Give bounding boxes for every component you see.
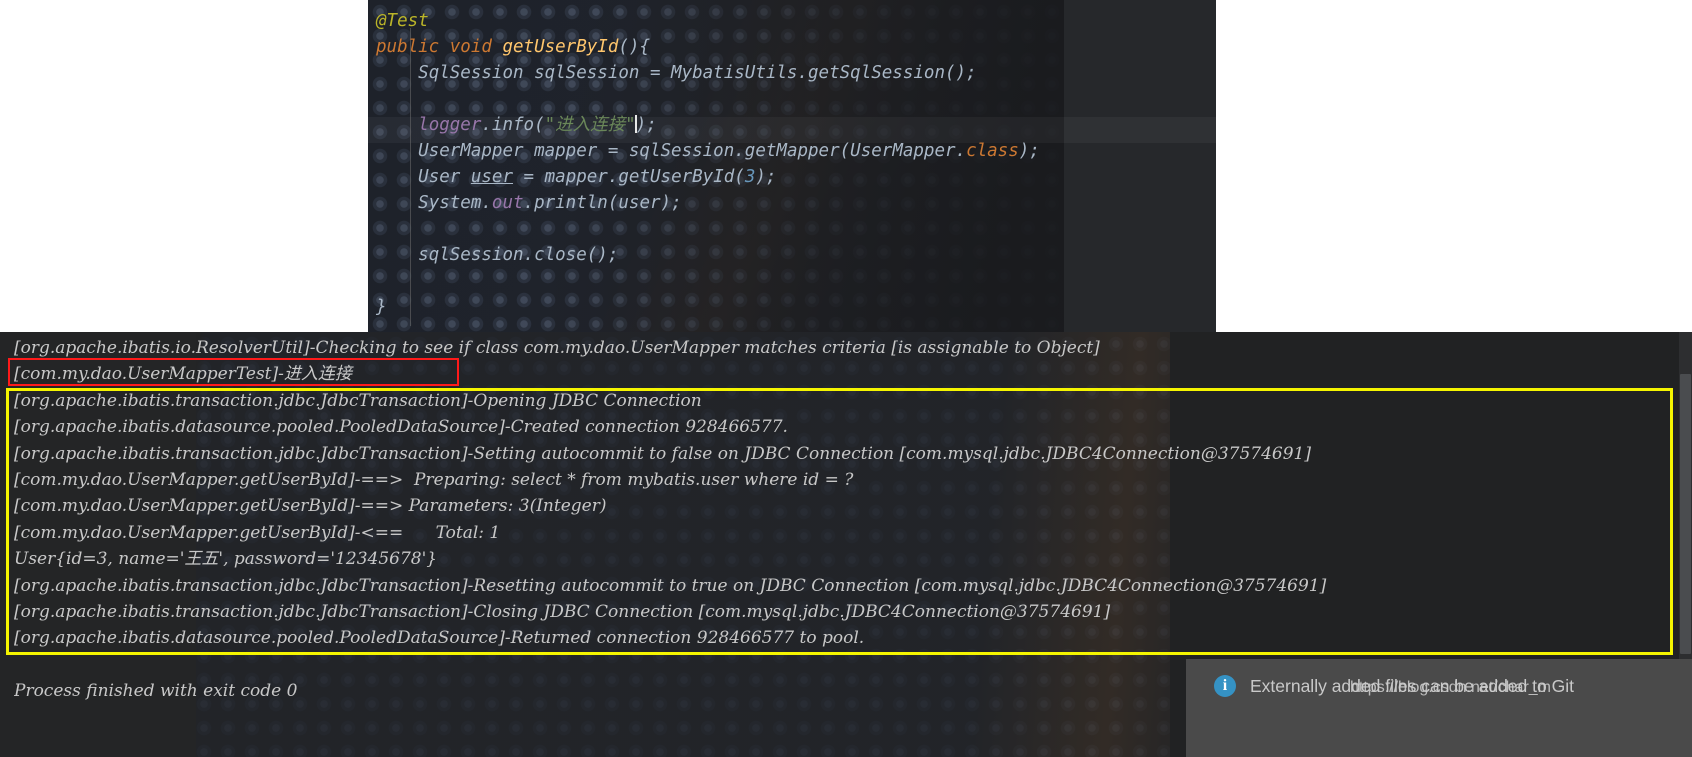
- info-icon: i: [1214, 675, 1236, 697]
- console-line: [org.apache.ibatis.transaction.jdbc.Jdbc…: [14, 601, 1111, 622]
- code-line-6[interactable]: UserMapper mapper = sqlSession.getMapper…: [376, 138, 1216, 164]
- number-literal-3: 3: [744, 167, 756, 187]
- var-sqlsession: sqlSession: [534, 63, 640, 83]
- console-line-highlighted-red: [com.my.dao.UserMapperTest]-进入连接: [14, 364, 352, 385]
- arg-usermapper: UserMapper: [850, 141, 956, 161]
- console-line: [com.my.dao.UserMapper.getUserById]-<== …: [14, 522, 501, 543]
- field-logger: logger: [418, 115, 482, 135]
- code-editor-pane[interactable]: @Test public void getUserById(){ SqlSessi…: [368, 0, 1216, 332]
- code-line-7[interactable]: User user = mapper.getUserById(3);: [376, 164, 1216, 190]
- console-line: [org.apache.ibatis.datasource.pooled.Poo…: [14, 628, 865, 649]
- arg-user: user: [618, 193, 661, 213]
- code-line-5[interactable]: logger.info("进入连接");: [376, 112, 1216, 138]
- stmt-end-2: );: [635, 115, 657, 135]
- console-line: [com.my.dao.UserMapper.getUserById]-==> …: [14, 496, 607, 517]
- code-line-10[interactable]: sqlSession.close();: [376, 242, 1216, 268]
- page-background-right: [1216, 0, 1692, 332]
- type-usermapper: UserMapper: [418, 141, 524, 161]
- stmt-end-5: );: [660, 193, 682, 213]
- field-out: out: [491, 193, 524, 213]
- code-block[interactable]: @Test public void getUserById(){ SqlSessi…: [368, 0, 1216, 320]
- console-output[interactable]: [org.apache.ibatis.io.ResolverUtil]-Chec…: [0, 332, 1692, 704]
- console-line: [org.apache.ibatis.io.ResolverUtil]-Chec…: [14, 338, 1100, 358]
- call-println: println: [534, 193, 608, 213]
- ref-sqlsession-2: sqlSession: [418, 245, 524, 265]
- git-notification-balloon[interactable]: i Externally added files can be added to…: [1186, 659, 1692, 757]
- watermark-text: https://blog.csdn.net/char_m: [1350, 679, 1551, 696]
- stmt-end-6: ();: [586, 245, 619, 265]
- class-mybatisutils: MybatisUtils: [671, 63, 798, 83]
- console-line: User{id=3, name='王五', password='12345678…: [14, 549, 438, 570]
- call-getuserbyid: getUserById: [618, 167, 735, 187]
- var-user-declaration: user: [470, 167, 514, 187]
- code-line-2[interactable]: public void getUserById(){: [376, 34, 1216, 60]
- type-user: User: [418, 167, 461, 187]
- stmt-end-4: );: [755, 167, 777, 187]
- console-line: [org.apache.ibatis.transaction.jdbc.Jdbc…: [14, 443, 1311, 464]
- code-line-11-blank: [376, 268, 1216, 294]
- paren-brace-1: (){: [618, 37, 650, 57]
- code-line-1[interactable]: @Test: [376, 8, 1216, 34]
- call-info: info: [491, 115, 535, 135]
- code-line-4-blank: [376, 86, 1216, 112]
- console-line: [org.apache.ibatis.datasource.pooled.Poo…: [14, 417, 788, 438]
- ref-sqlsession: sqlSession: [628, 141, 735, 161]
- var-mapper: mapper: [534, 141, 598, 161]
- string-literal-chinese: "进入连接": [544, 115, 636, 135]
- code-line-3[interactable]: SqlSession sqlSession = MybatisUtils.get…: [376, 60, 1216, 86]
- page-background-left: [0, 0, 368, 332]
- call-close: close: [534, 245, 587, 265]
- method-declaration-name: getUserById: [502, 37, 619, 57]
- class-system: System: [418, 193, 482, 213]
- call-getsqlsession: getSqlSession: [808, 63, 945, 83]
- code-line-8[interactable]: System.out.println(user);: [376, 190, 1216, 216]
- code-line-9-blank: [376, 216, 1216, 242]
- ref-mapper: mapper: [544, 167, 608, 187]
- console-scrollbar-thumb[interactable]: [1680, 374, 1691, 654]
- console-line: [com.my.dao.UserMapper.getUserById]-==> …: [14, 469, 854, 490]
- stmt-end-1: ();: [944, 63, 977, 83]
- keyword-void: void: [449, 37, 492, 57]
- stmt-end-3: );: [1018, 141, 1040, 161]
- keyword-public: public: [376, 37, 440, 57]
- type-sqlsession: SqlSession: [418, 63, 524, 83]
- call-getmapper: getMapper: [744, 141, 840, 161]
- keyword-class: class: [966, 141, 1019, 161]
- console-line: [org.apache.ibatis.transaction.jdbc.Jdbc…: [14, 575, 1327, 596]
- code-line-12[interactable]: }: [376, 294, 1216, 320]
- closing-brace: }: [376, 297, 387, 317]
- console-line: [org.apache.ibatis.transaction.jdbc.Jdbc…: [14, 390, 702, 411]
- annotation-token: @Test: [376, 11, 429, 31]
